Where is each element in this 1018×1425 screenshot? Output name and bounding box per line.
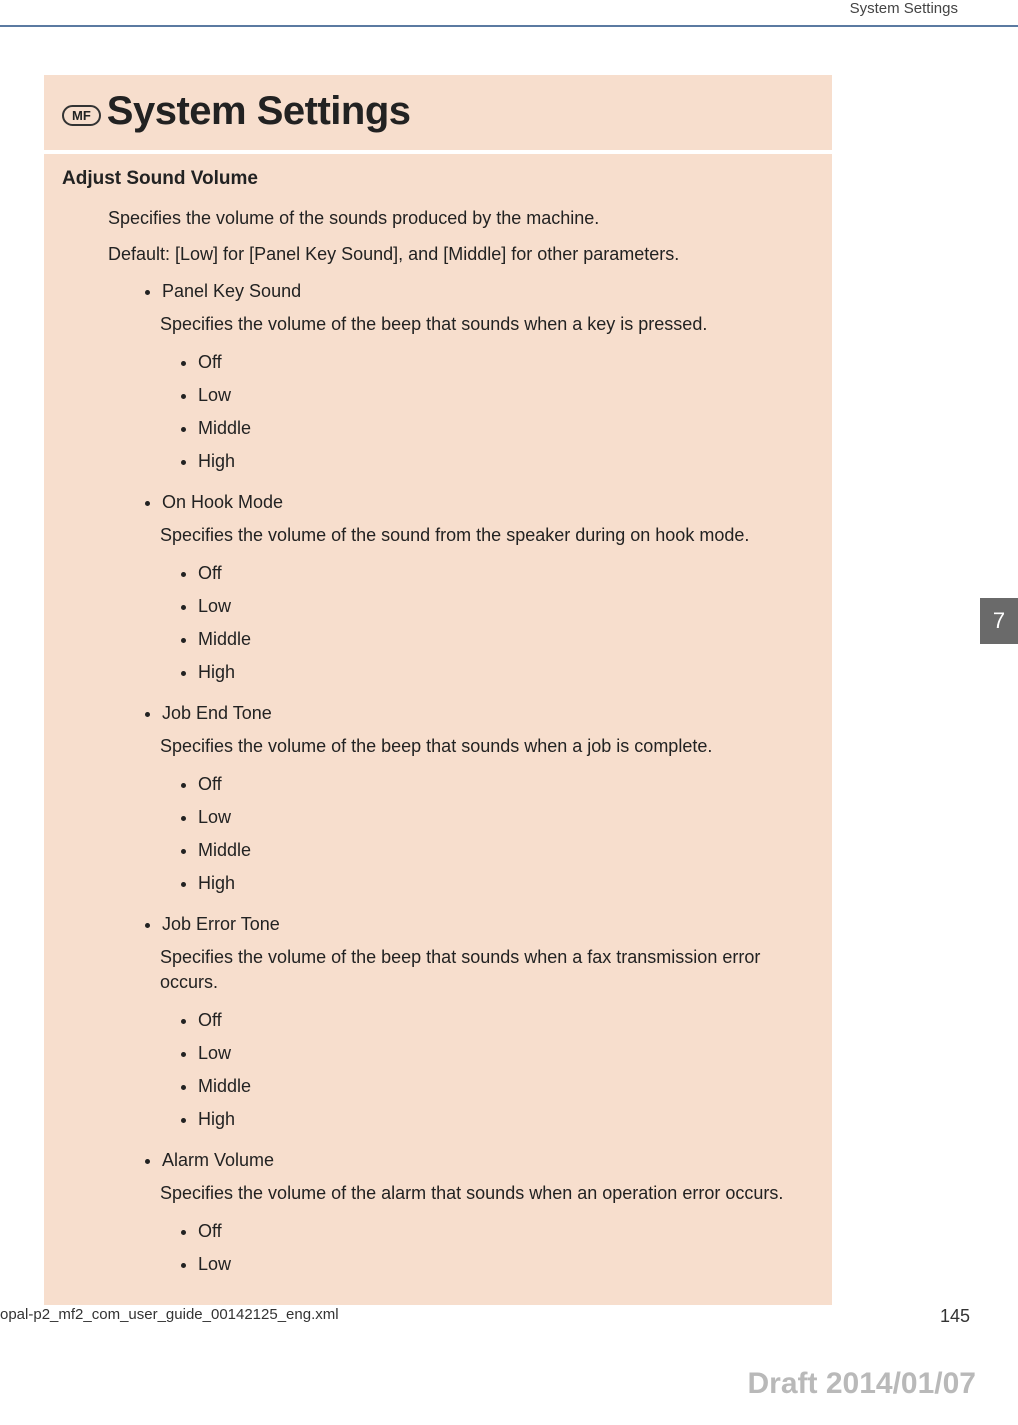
item-desc: Specifies the volume of the beep that so… — [160, 724, 814, 766]
list-item: Job Error Tone Specifies the volume of t… — [162, 910, 814, 1146]
intro-text-2: Default: [Low] for [Panel Key Sound], an… — [44, 236, 832, 272]
options-list: Off Low Middle High — [162, 1002, 814, 1140]
item-name: Panel Key Sound — [162, 281, 301, 301]
content-block: MF System Settings Adjust Sound Volume S… — [44, 75, 832, 1305]
option: Off — [198, 1004, 796, 1037]
option: High — [198, 445, 796, 478]
chapter-tab: 7 — [980, 598, 1018, 644]
item-desc: Specifies the volume of the sound from t… — [160, 513, 814, 555]
list-item: On Hook Mode Specifies the volume of the… — [162, 488, 814, 699]
option: Middle — [198, 623, 796, 656]
item-name: On Hook Mode — [162, 492, 283, 512]
list-item: Job End Tone Specifies the volume of the… — [162, 699, 814, 910]
option: Middle — [198, 412, 796, 445]
options-list: Off Low — [162, 1213, 814, 1285]
option: High — [198, 656, 796, 689]
footer-file: opal-p2_mf2_com_user_guide_00142125_eng.… — [0, 1306, 339, 1327]
running-title: System Settings — [850, 0, 958, 17]
option: Off — [198, 768, 796, 801]
option: Off — [198, 1215, 796, 1248]
option: Low — [198, 1248, 796, 1281]
option: Middle — [198, 1070, 796, 1103]
page-root: System Settings MF System Settings Adjus… — [0, 0, 1018, 1425]
option: Off — [198, 346, 796, 379]
option: Low — [198, 1037, 796, 1070]
section-heading: Adjust Sound Volume — [44, 154, 832, 200]
page-title: System Settings — [107, 89, 411, 134]
options-list: Off Low Middle High — [162, 766, 814, 904]
running-header: System Settings — [0, 0, 1018, 27]
option: High — [198, 867, 796, 900]
list-item: Alarm Volume Specifies the volume of the… — [162, 1146, 814, 1291]
option: Low — [198, 801, 796, 834]
option: Middle — [198, 834, 796, 867]
option: Off — [198, 557, 796, 590]
item-desc: Specifies the volume of the beep that so… — [160, 302, 814, 344]
item-name: Job End Tone — [162, 703, 272, 723]
footer: opal-p2_mf2_com_user_guide_00142125_eng.… — [0, 1306, 1018, 1327]
option: Low — [198, 590, 796, 623]
item-name: Job Error Tone — [162, 914, 280, 934]
intro-text-1: Specifies the volume of the sounds produ… — [44, 200, 832, 236]
title-row: MF System Settings — [44, 75, 832, 154]
item-desc: Specifies the volume of the beep that so… — [160, 935, 814, 1002]
option: High — [198, 1103, 796, 1136]
item-desc: Specifies the volume of the alarm that s… — [160, 1171, 814, 1213]
mf-badge-icon: MF — [62, 105, 101, 126]
item-name: Alarm Volume — [162, 1150, 274, 1170]
draft-watermark: Draft 2014/01/07 — [748, 1367, 977, 1401]
settings-list: Panel Key Sound Specifies the volume of … — [44, 273, 832, 1292]
footer-page-number: 145 — [940, 1306, 970, 1327]
list-item: Panel Key Sound Specifies the volume of … — [162, 277, 814, 488]
options-list: Off Low Middle High — [162, 555, 814, 693]
option: Low — [198, 379, 796, 412]
options-list: Off Low Middle High — [162, 344, 814, 482]
